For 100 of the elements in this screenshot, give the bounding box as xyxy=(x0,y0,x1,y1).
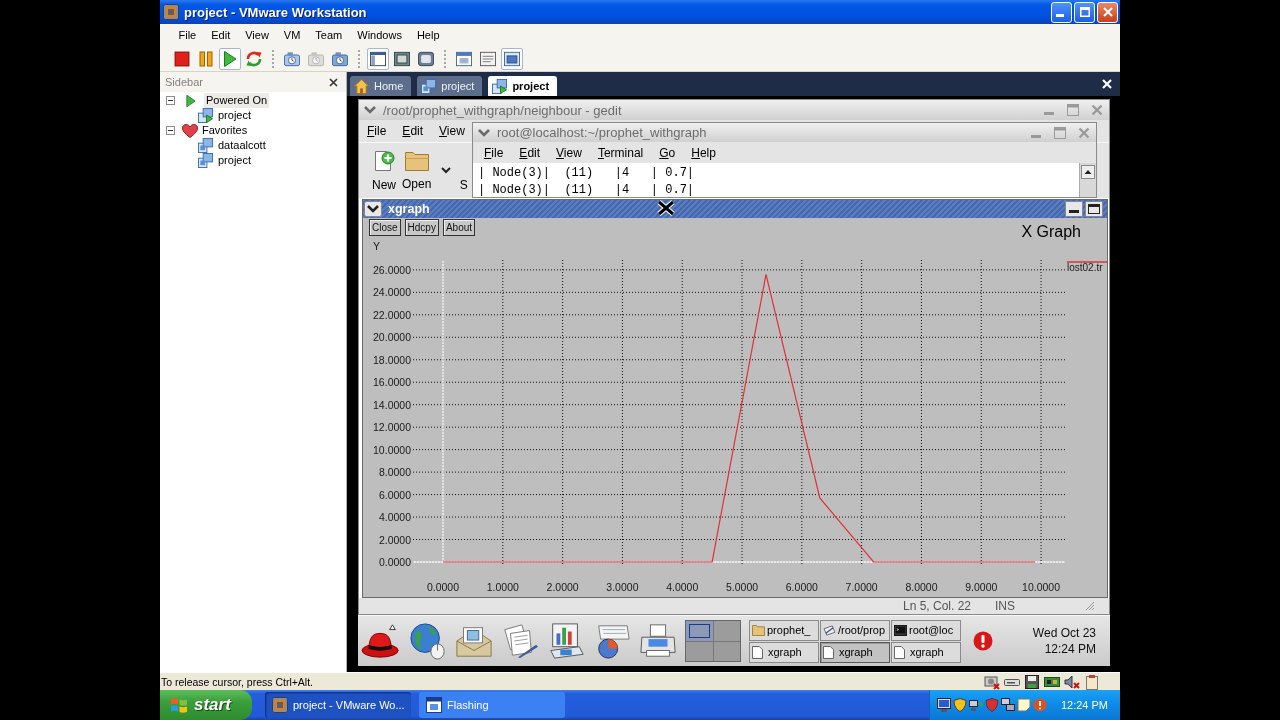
menu-item[interactable]: View xyxy=(431,124,473,138)
graph-button[interactable]: Close xyxy=(369,219,401,236)
menu-item[interactable]: Team xyxy=(307,29,350,41)
workspace-cell[interactable] xyxy=(686,621,713,641)
pen-paper-icon xyxy=(823,624,836,636)
note-icon[interactable] xyxy=(1016,698,1031,712)
axis-tick-label: 4.0000 xyxy=(378,511,411,524)
task-button[interactable]: root@loc xyxy=(891,619,961,641)
alert-icon[interactable] xyxy=(1032,698,1047,712)
new-button[interactable]: New xyxy=(372,149,396,192)
close-icon[interactable] xyxy=(329,77,338,87)
clipboard-icon[interactable] xyxy=(1084,673,1100,690)
workspace-cell[interactable] xyxy=(713,621,740,641)
menu-item[interactable]: Edit xyxy=(394,124,432,138)
menu-item[interactable]: Terminal xyxy=(589,145,652,160)
menu-item[interactable]: View xyxy=(548,145,590,160)
alert-icon[interactable] xyxy=(973,631,993,651)
clock-text: 12:24 PM xyxy=(1044,641,1096,657)
menu-item[interactable]: Windows xyxy=(349,29,410,41)
scrollbar[interactable] xyxy=(1079,163,1096,197)
computers-icon[interactable] xyxy=(1000,698,1015,712)
menu-item[interactable]: VM xyxy=(276,29,308,41)
axis-tick-label: 1.0000 xyxy=(486,581,519,593)
task-button[interactable]: xgraph xyxy=(749,641,819,663)
tree-item[interactable]: dataalcott xyxy=(216,138,268,153)
menu-item[interactable]: File xyxy=(171,29,204,41)
menu-item[interactable]: File xyxy=(476,145,512,160)
terminal-line: | Node(3)| (11) |4 | 0.7| xyxy=(478,165,695,182)
tab[interactable]: project xyxy=(417,76,483,96)
task-button[interactable]: /root/prop xyxy=(820,619,890,641)
maximize-button[interactable] xyxy=(1074,1,1095,23)
workspace-cell[interactable] xyxy=(713,641,740,661)
menu-item[interactable]: Edit xyxy=(511,145,549,160)
new-document-icon xyxy=(373,149,395,172)
close-button[interactable] xyxy=(1097,1,1118,23)
vm-running-icon xyxy=(198,108,213,123)
minimize-icon[interactable] xyxy=(1065,201,1083,217)
maximize-icon xyxy=(1079,7,1090,17)
resize-grip-icon[interactable] xyxy=(1085,601,1095,611)
task-button[interactable]: xgraph xyxy=(891,641,961,663)
menu-item[interactable]: Help xyxy=(409,29,447,41)
heart-icon xyxy=(182,123,198,138)
list-window-icon xyxy=(480,50,496,67)
collapse-icon[interactable] xyxy=(166,126,175,135)
toolbar-button[interactable] xyxy=(501,47,523,70)
tree-item[interactable]: project xyxy=(216,153,254,168)
workspace-cell[interactable] xyxy=(686,641,713,661)
taskbar-button[interactable]: project - VMware Wo... xyxy=(265,692,411,718)
menu-item[interactable]: File xyxy=(359,124,395,138)
chevron-down-icon[interactable] xyxy=(364,201,382,217)
tree-item[interactable]: Powered On xyxy=(204,93,270,108)
shield-icon[interactable] xyxy=(952,698,967,712)
tree-item[interactable]: project xyxy=(216,108,254,123)
menu-item[interactable]: Go xyxy=(651,145,684,160)
refresh-icon xyxy=(246,50,262,67)
axis-tick-label: 14.0000 xyxy=(373,398,411,411)
network-icon[interactable] xyxy=(968,698,983,712)
speaker-icon[interactable] xyxy=(1064,673,1080,690)
tab[interactable]: project xyxy=(488,76,558,96)
app-icon xyxy=(272,697,288,713)
axis-tick-label: 8.0000 xyxy=(378,466,411,479)
task-button[interactable]: prophet_ xyxy=(749,619,819,641)
menu-item[interactable]: Help xyxy=(683,145,724,160)
open-button[interactable]: Open xyxy=(402,150,432,191)
axis-tick-label: 18.0000 xyxy=(373,353,411,366)
hard-disk-icon[interactable] xyxy=(984,673,1000,690)
windows-icon xyxy=(504,50,520,67)
collapse-icon[interactable] xyxy=(166,96,175,105)
graph-button[interactable]: About xyxy=(442,219,476,236)
monitor-icon[interactable] xyxy=(936,698,951,712)
play-icon xyxy=(186,93,196,108)
pause-icon xyxy=(198,50,214,67)
caret-down-icon[interactable] xyxy=(441,167,452,174)
camera-icon xyxy=(284,50,300,67)
axis-tick-label: 22.0000 xyxy=(373,308,411,321)
axis-tick-label: 2.0000 xyxy=(378,533,411,546)
maximize-icon[interactable] xyxy=(1085,201,1103,217)
scroll-up-icon[interactable] xyxy=(1081,165,1095,179)
tab[interactable]: Home xyxy=(350,76,412,96)
stop-icon xyxy=(174,50,190,67)
start-button[interactable]: start xyxy=(160,690,252,720)
clock-text: Wed Oct 23 xyxy=(1032,625,1096,641)
app-icon xyxy=(163,4,179,20)
axis-tick-label: 6.0000 xyxy=(785,581,818,593)
menu-item[interactable]: Edit xyxy=(203,29,238,41)
printer-icon[interactable] xyxy=(637,622,679,660)
camera-icon xyxy=(308,50,324,67)
tree-item[interactable]: Favorites xyxy=(200,123,250,138)
menu-item[interactable]: View xyxy=(237,29,277,41)
floppy-icon[interactable] xyxy=(1024,673,1040,690)
toolbar-button[interactable] xyxy=(219,47,241,70)
graph-button[interactable]: Hdcpy xyxy=(404,219,439,236)
document-icon xyxy=(823,645,834,659)
axis-label: Y xyxy=(373,240,380,252)
toolbar-button[interactable] xyxy=(367,47,389,70)
task-button[interactable]: xgraph xyxy=(820,641,890,663)
save-button[interactable]: S xyxy=(459,149,469,192)
camera-icon xyxy=(332,50,348,67)
taskbar-button[interactable]: Flashing xyxy=(419,692,565,718)
minimize-button[interactable] xyxy=(1051,1,1072,23)
